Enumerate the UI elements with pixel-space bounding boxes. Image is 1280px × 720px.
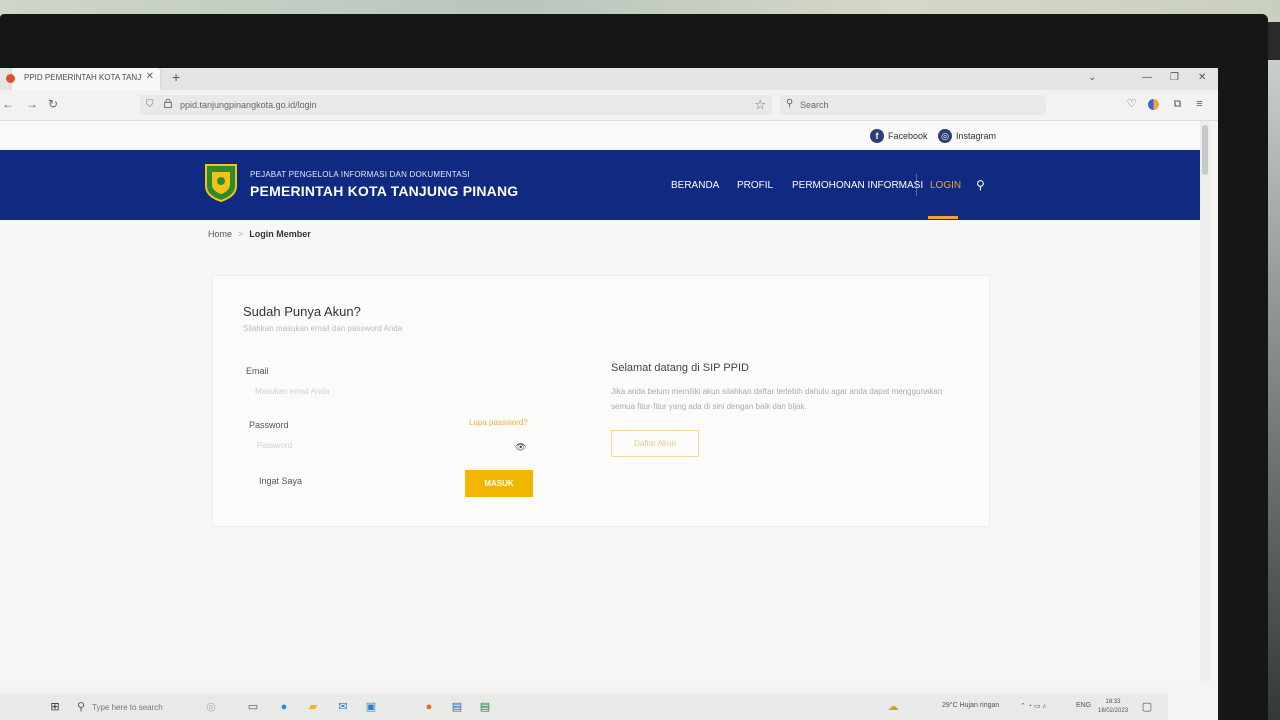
- pocket-icon[interactable]: ♡: [1126, 99, 1137, 110]
- tab-list-icon[interactable]: ⌄: [1088, 72, 1096, 83]
- screen: PPID PEMERINTAH KOTA TANJUNG P ✕ + ⌄ — ❐…: [0, 68, 1218, 720]
- login-subtitle: Silahkan masukan email dan password Anda: [243, 324, 403, 333]
- reload-icon[interactable]: ↻: [48, 97, 58, 111]
- search-placeholder: Search: [800, 100, 829, 110]
- menu-profil[interactable]: PROFIL: [737, 180, 773, 191]
- login-title: Sudah Punya Akun?: [243, 304, 361, 319]
- address-bar[interactable]: ⛉ ppid.tanjungpinangkota.go.id/login ☆: [140, 95, 772, 115]
- site-header: PEJABAT PENGELOLA INFORMASI DAN DOKUMENT…: [0, 150, 1208, 220]
- navigation-bar: ← → ↻ ⛉ ppid.tanjungpinangkota.go.id/log…: [0, 90, 1218, 121]
- city-emblem-logo[interactable]: [204, 162, 238, 202]
- login-button[interactable]: MASUK: [465, 470, 533, 497]
- browser-tab[interactable]: PPID PEMERINTAH KOTA TANJUNG P ✕: [6, 68, 160, 90]
- menu-login[interactable]: LOGIN: [930, 180, 961, 191]
- instagram-label: Instagram: [956, 131, 997, 141]
- welcome-title: Selamat datang di SIP PPID: [611, 362, 749, 374]
- back-icon[interactable]: ←: [2, 97, 14, 111]
- taskbar-search-placeholder: Type here to search: [92, 703, 163, 712]
- instagram-icon: ◎: [938, 129, 952, 143]
- social-bar: f Facebook ◎ Instagram: [0, 121, 1208, 149]
- facebook-label: Facebook: [888, 131, 928, 141]
- search-icon[interactable]: ⚲: [976, 178, 985, 192]
- search-bar[interactable]: ⚲ Search: [780, 95, 1046, 115]
- edge-icon[interactable]: ●: [277, 700, 291, 714]
- facebook-icon: f: [870, 129, 884, 143]
- email-input[interactable]: [255, 380, 455, 402]
- eye-icon[interactable]: 👁: [515, 442, 526, 453]
- web-page: f Facebook ◎ Instagram PEJABAT PENGELOLA…: [0, 121, 1208, 681]
- notifications-icon[interactable]: ▢: [1140, 700, 1154, 714]
- site-subtitle: PEJABAT PENGELOLA INFORMASI DAN DOKUMENT…: [250, 170, 470, 179]
- menu-divider: [916, 174, 917, 196]
- password-label: Password: [249, 420, 289, 430]
- menu-permohonan-informasi[interactable]: PERMOHONAN INFORMASI: [792, 180, 923, 191]
- close-tab-icon[interactable]: ✕: [146, 71, 154, 82]
- windows-start-icon[interactable]: ⊞: [48, 700, 62, 714]
- clock[interactable]: 18:33 16/02/2023: [1098, 698, 1128, 716]
- shield-icon: ⛉: [146, 99, 154, 110]
- clock-date: 16/02/2023: [1098, 708, 1129, 714]
- mail-icon[interactable]: ✉: [336, 700, 350, 714]
- forward-icon[interactable]: →: [26, 97, 38, 111]
- register-button[interactable]: Daftar Akun: [611, 430, 699, 457]
- excel-icon[interactable]: ▤: [478, 700, 492, 714]
- language-indicator[interactable]: ENG: [1076, 702, 1091, 709]
- breadcrumb: Home > Login Member: [208, 229, 311, 239]
- taskbar-search[interactable]: ⚲ Type here to search: [72, 697, 192, 717]
- breadcrumb-home[interactable]: Home: [208, 229, 232, 239]
- maximize-icon[interactable]: ❐: [1170, 72, 1179, 83]
- tray-icons[interactable]: ⌃ ◔ ▭ ♪: [1020, 702, 1046, 710]
- file-explorer-icon[interactable]: ▰: [306, 700, 320, 714]
- taskbar: ⊞ ⚲ Type here to search ◎ ▭ ● ▰ ✉ ▣ ● ▤ …: [0, 694, 1168, 720]
- close-window-icon[interactable]: ✕: [1198, 72, 1206, 83]
- clock-time: 18:33: [1105, 699, 1121, 705]
- task-view-icon[interactable]: ▭: [246, 700, 260, 714]
- menu-beranda[interactable]: BERANDA: [671, 180, 719, 191]
- new-tab-button[interactable]: +: [172, 69, 180, 85]
- breadcrumb-current: Login Member: [249, 229, 311, 239]
- password-input[interactable]: [257, 434, 457, 456]
- search-icon: ⚲: [786, 98, 794, 109]
- firefox-icon[interactable]: ●: [422, 700, 436, 714]
- lock-icon: [164, 99, 172, 108]
- tab-bar: PPID PEMERINTAH KOTA TANJUNG P ✕ + ⌄ — ❐…: [0, 68, 1218, 90]
- forgot-password-link[interactable]: Lupa password?: [469, 418, 528, 427]
- tab-title: PPID PEMERINTAH KOTA TANJUNG P: [24, 73, 142, 82]
- extensions-icon[interactable]: ⧉: [1172, 99, 1183, 110]
- login-card: Sudah Punya Akun? Silahkan masukan email…: [212, 275, 990, 527]
- account-icon[interactable]: [1148, 99, 1159, 110]
- cortana-icon[interactable]: ◎: [204, 700, 218, 714]
- store-icon[interactable]: ▣: [364, 700, 378, 714]
- word-icon[interactable]: ▤: [450, 700, 464, 714]
- weather-icon[interactable]: ☁: [886, 700, 900, 714]
- scrollbar-thumb[interactable]: [1202, 125, 1208, 175]
- bookmark-star-icon[interactable]: ☆: [754, 97, 766, 113]
- remember-me-label: Ingat Saya: [259, 476, 303, 486]
- favicon-icon: [6, 74, 15, 83]
- active-menu-indicator: [928, 216, 958, 219]
- search-icon: ⚲: [76, 701, 86, 713]
- breadcrumb-separator: >: [238, 229, 244, 239]
- instagram-link[interactable]: ◎ Instagram: [938, 129, 996, 143]
- weather-text[interactable]: 29°C Hujan ringan: [942, 702, 999, 709]
- facebook-link[interactable]: f Facebook: [870, 129, 928, 143]
- menu-icon[interactable]: ≡: [1194, 99, 1205, 110]
- welcome-text: Jika anda belum memiliki akun silahkan d…: [611, 387, 943, 411]
- scrollbar[interactable]: [1200, 121, 1210, 681]
- minimize-icon[interactable]: —: [1142, 72, 1152, 83]
- email-label: Email: [246, 366, 269, 376]
- site-title[interactable]: PEMERINTAH KOTA TANJUNG PINANG: [250, 183, 518, 199]
- remember-me-checkbox[interactable]: Ingat Saya: [259, 476, 302, 486]
- url-text[interactable]: ppid.tanjungpinangkota.go.id/login: [180, 100, 317, 110]
